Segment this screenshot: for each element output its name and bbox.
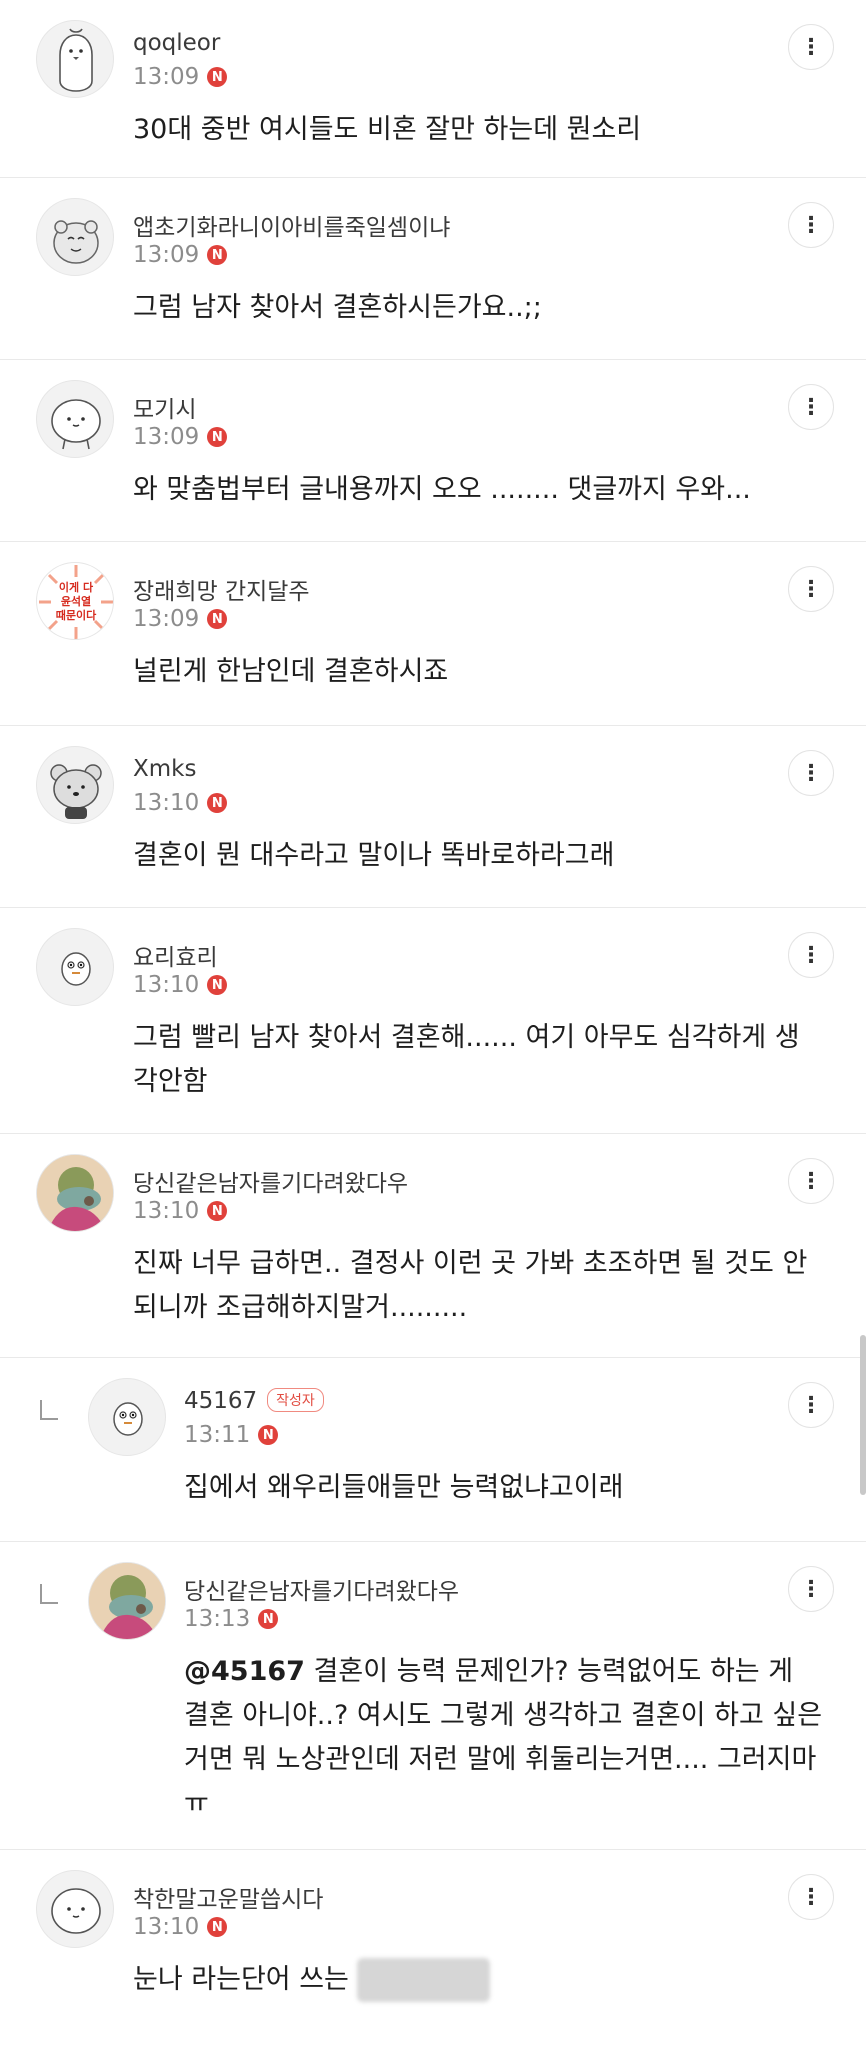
avatar[interactable] bbox=[36, 380, 114, 458]
comment-item: 이게 다 윤석열 때문이다 장래희망 간지달주 13:09 N 널린게 한남인데 결… bbox=[0, 542, 866, 726]
comment-meta: 13:10 N bbox=[133, 972, 228, 998]
new-badge: N bbox=[207, 975, 228, 995]
comment-text: 그럼 남자 찾아서 결혼하시든가요..;; bbox=[133, 292, 542, 323]
avatar[interactable]: 이게 다 윤석열 때문이다 bbox=[36, 562, 114, 640]
avatar[interactable] bbox=[36, 198, 114, 276]
comment-time: 13:10 bbox=[133, 1914, 200, 1940]
new-badge: N bbox=[258, 1425, 279, 1445]
reply-arrow-icon bbox=[40, 1400, 58, 1420]
comment-meta: 13:13 N bbox=[184, 1606, 279, 1632]
new-badge: N bbox=[207, 609, 228, 629]
comment-meta: 13:09 N bbox=[133, 64, 228, 90]
comment-time: 13:09 bbox=[133, 424, 200, 450]
new-badge: N bbox=[258, 1609, 279, 1629]
comment-text: 그럼 빨리 남자 찾아서 결혼해...... 여기 아무도 심각하게 생각안함 bbox=[133, 1022, 800, 1097]
new-badge: N bbox=[207, 245, 228, 265]
more-options-button[interactable]: ⋮ bbox=[788, 566, 834, 612]
comment-item: qoqleor 13:09 N 30대 중반 여시들도 비혼 잘만 하는데 뭔소… bbox=[0, 0, 866, 178]
comment-time: 13:09 bbox=[133, 606, 200, 632]
comment-text: @45167 결혼이 능력 문제인가? 능력없어도 하는 게 결혼 아니야..?… bbox=[184, 1650, 824, 1826]
comment-time: 13:10 bbox=[133, 972, 200, 998]
more-options-button[interactable]: ⋮ bbox=[788, 932, 834, 978]
character-icon bbox=[51, 1888, 101, 1934]
character-icon bbox=[113, 1402, 143, 1436]
comment-meta: 13:10 N bbox=[133, 790, 228, 816]
comment-text: 집에서 왜우리들애들만 능력없냐고이래 bbox=[184, 1472, 624, 1503]
avatar[interactable] bbox=[36, 1870, 114, 1948]
comment-item: 앱초기화라니이아비를죽일셈이냐 13:09 N 그럼 남자 찾아서 결혼하시든가… bbox=[0, 178, 866, 360]
character-icon bbox=[61, 952, 91, 986]
mention-link[interactable]: @45167 bbox=[184, 1656, 305, 1687]
comment-author[interactable]: 장래희망 간지달주 bbox=[133, 572, 310, 606]
comment-meta: 13:09 N bbox=[133, 424, 228, 450]
comment-item: 요리효리 13:10 N 그럼 빨리 남자 찾아서 결혼해...... 여기 아… bbox=[0, 908, 866, 1134]
comment-item: 착한말고운말씁시다 13:10 N 눈나 라는단어 쓰는 한남 개싫어 ⋮ bbox=[0, 1850, 866, 2048]
comment-meta: 13:11 N bbox=[184, 1422, 279, 1448]
penguin-icon bbox=[59, 28, 93, 92]
comment-time: 13:10 bbox=[133, 1198, 200, 1224]
more-options-button[interactable]: ⋮ bbox=[788, 1874, 834, 1920]
character-icon bbox=[51, 399, 101, 450]
comment-text: 눈나 라는단어 쓰는 한남 개싫어 bbox=[133, 1958, 813, 2002]
more-options-button[interactable]: ⋮ bbox=[788, 750, 834, 796]
comment-author[interactable]: 앱초기화라니이아비를죽일셈이냐 bbox=[133, 208, 450, 242]
comment-author[interactable]: qoqleor bbox=[133, 30, 220, 56]
comment-item: Xmks 13:10 N 결혼이 뭔 대수라고 말이나 똑바로하라그래 ⋮ bbox=[0, 726, 866, 908]
comment-text-visible: 눈나 라는단어 쓰는 bbox=[133, 1964, 349, 1995]
illustration-icon bbox=[89, 1563, 165, 1639]
comment-item: 당신같은남자를기다려왔다우 13:10 N 진짜 너무 급하면.. 결정사 이런… bbox=[0, 1134, 866, 1358]
new-badge: N bbox=[207, 427, 228, 447]
comment-meta: 13:10 N bbox=[133, 1914, 228, 1940]
reply-item: 당신같은남자를기다려왔다우 13:13 N @45167 결혼이 능력 문제인가… bbox=[0, 1542, 866, 1850]
comment-author[interactable]: Xmks bbox=[133, 756, 196, 782]
comment-meta: 13:09 N bbox=[133, 242, 228, 268]
comment-author[interactable]: 요리효리 bbox=[133, 938, 218, 972]
avatar-text: 이게 다 윤석열 때문이다 bbox=[55, 581, 97, 622]
more-options-button[interactable]: ⋮ bbox=[788, 1382, 834, 1428]
comment-author[interactable]: 45167 작성자 bbox=[184, 1388, 324, 1414]
comment-text: 결혼이 뭔 대수라고 말이나 똑바로하라그래 bbox=[133, 840, 615, 871]
comment-text: 널린게 한남인데 결혼하시죠 bbox=[133, 656, 449, 687]
comment-item: 모기시 13:09 N 와 맞춤법부터 글내용까지 오오 ........ 댓글… bbox=[0, 360, 866, 542]
comment-meta: 13:09 N bbox=[133, 606, 228, 632]
more-options-button[interactable]: ⋮ bbox=[788, 384, 834, 430]
avatar[interactable] bbox=[36, 928, 114, 1006]
comment-author[interactable]: 당신같은남자를기다려왔다우 bbox=[184, 1572, 459, 1606]
bear-icon bbox=[50, 764, 102, 819]
more-options-button[interactable]: ⋮ bbox=[788, 1158, 834, 1204]
comment-author[interactable]: 당신같은남자를기다려왔다우 bbox=[133, 1164, 408, 1198]
comment-time: 13:09 bbox=[133, 242, 200, 268]
avatar[interactable] bbox=[88, 1562, 166, 1640]
more-options-button[interactable]: ⋮ bbox=[788, 202, 834, 248]
avatar[interactable] bbox=[36, 20, 114, 98]
reply-item: 45167 작성자 13:11 N 집에서 왜우리들애들만 능력없냐고이래 ⋮ bbox=[0, 1358, 866, 1542]
more-options-button[interactable]: ⋮ bbox=[788, 24, 834, 70]
comment-author[interactable]: 착한말고운말씁시다 bbox=[133, 1880, 323, 1914]
more-options-button[interactable]: ⋮ bbox=[788, 1566, 834, 1612]
avatar[interactable] bbox=[88, 1378, 166, 1456]
character-icon bbox=[53, 220, 99, 264]
comment-time: 13:13 bbox=[184, 1606, 251, 1632]
new-badge: N bbox=[207, 1201, 228, 1221]
comment-meta: 13:10 N bbox=[133, 1198, 228, 1224]
comment-time: 13:11 bbox=[184, 1422, 251, 1448]
comment-text: 와 맞춤법부터 글내용까지 오오 ........ 댓글까지 우와... bbox=[133, 474, 751, 505]
comment-author[interactable]: 모기시 bbox=[133, 390, 196, 424]
new-badge: N bbox=[207, 793, 228, 813]
scrollbar-thumb[interactable] bbox=[860, 1335, 866, 1495]
new-badge: N bbox=[207, 1917, 228, 1937]
comment-text: 30대 중반 여시들도 비혼 잘만 하는데 뭔소리 bbox=[133, 114, 642, 145]
comment-time: 13:09 bbox=[133, 64, 200, 90]
comment-time: 13:10 bbox=[133, 790, 200, 816]
reply-arrow-icon bbox=[40, 1584, 58, 1604]
censored-text: 한남 개싫어 bbox=[357, 1958, 491, 2002]
comment-text: 진짜 너무 급하면.. 결정사 이런 곳 가봐 초조하면 될 것도 안 되니까 … bbox=[133, 1248, 808, 1323]
illustration-icon bbox=[37, 1155, 113, 1231]
avatar[interactable] bbox=[36, 1154, 114, 1232]
new-badge: N bbox=[207, 67, 228, 87]
avatar[interactable] bbox=[36, 746, 114, 824]
author-badge: 작성자 bbox=[267, 1388, 324, 1412]
author-name[interactable]: 45167 bbox=[184, 1388, 257, 1414]
